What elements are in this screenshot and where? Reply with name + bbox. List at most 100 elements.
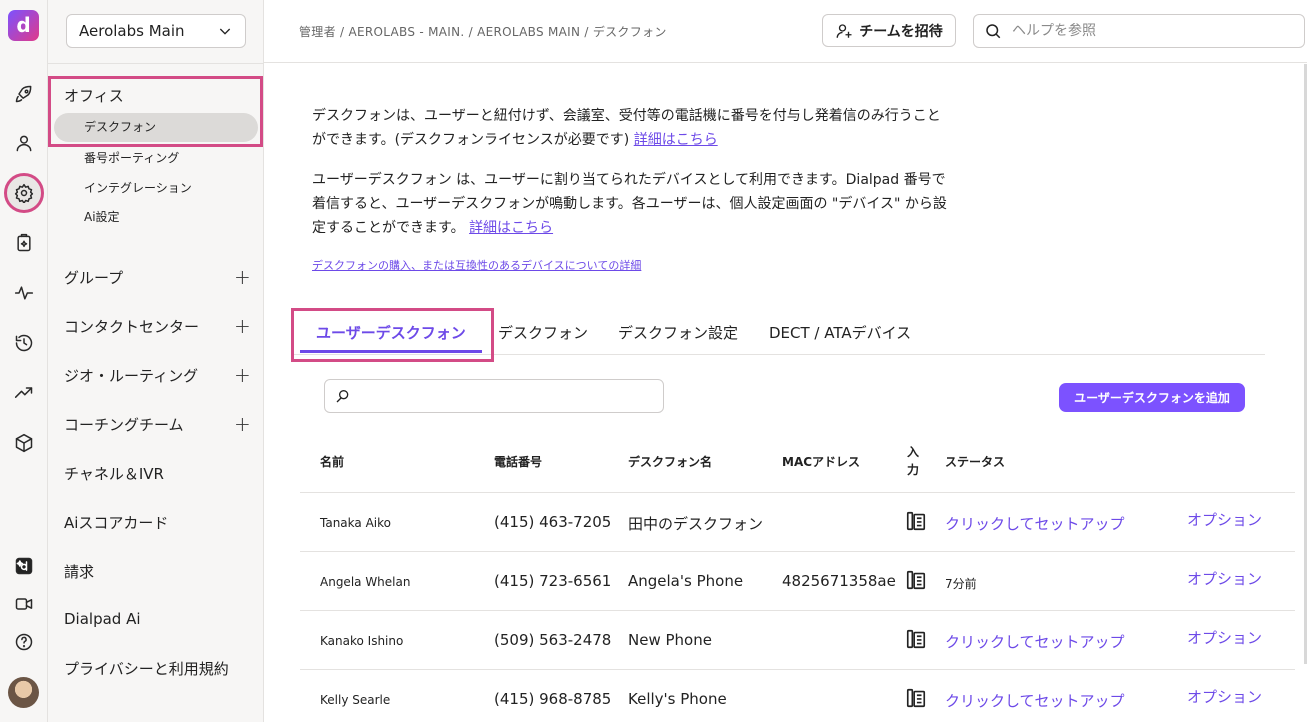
setup-link[interactable]: クリックしてセットアップ [945,631,1125,652]
help-icon[interactable] [9,627,39,657]
column-header-input: 入力 [907,445,920,477]
deskphone-icon [905,687,927,713]
rocket-icon[interactable] [9,79,39,109]
app: d Aerolabs Main オフィス デスクフォン 番号ポーティング インテ… [0,0,1307,722]
cell-phone: (415) 463-7205 [494,513,612,531]
divider [48,63,264,64]
purchase-devices-link[interactable]: デスクフォンの購入、または互換性のあるデバイスについての詳細 [312,257,641,273]
settings-gear-icon[interactable] [4,173,44,213]
sidebar-item-billing[interactable]: 請求 [64,561,94,582]
sidebar-item-groups[interactable]: グループ + [64,265,251,289]
help-search-input[interactable] [1012,23,1292,39]
sidebar-item-dialpad-ai[interactable]: Dialpad Ai [64,610,141,628]
column-header-name: 名前 [320,455,345,469]
video-icon[interactable] [9,589,39,619]
options-link[interactable]: オプション [1187,568,1262,589]
invite-team-button[interactable]: チームを招待 [822,14,956,47]
sidebar-item-privacy-terms[interactable]: プライバシーと利用規約 [64,658,229,679]
cell-desk-name: Kelly's Phone [628,690,727,708]
cell-name: Angela Whelan [320,575,411,589]
workspace-name: Aerolabs Main [79,22,185,40]
plus-icon[interactable]: + [234,412,251,436]
table-row: Kanako Ishino (509) 563-2478 New Phone ク… [300,610,1295,669]
table-row: Tanaka Aiko (415) 463-7205 田中のデスクフォン クリッ… [300,492,1295,551]
deskphone-icon [905,510,927,536]
clipboard-sparkle-icon[interactable] [9,228,39,258]
cell-status: 7分前 [945,577,977,591]
dialpad-app-icon[interactable] [9,551,39,581]
activity-pulse-icon[interactable] [9,278,39,308]
intro-paragraph-1: デスクフォンは、ユーザーと紐付けず、会議室、受付等の電話機に番号を付与し発着信の… [312,104,952,152]
chevron-down-icon [219,28,231,35]
search-icon [336,390,349,403]
column-header-status: ステータス [945,455,1006,469]
cell-phone: (415) 968-8785 [494,690,612,708]
sidebar-item-ai-settings[interactable]: Ai設定 [84,208,120,225]
column-header-mac: MACアドレス [782,455,861,469]
sidebar-item-label: コーチングチーム [64,415,184,434]
sidebar-item-label: グループ [64,268,124,287]
person-icon[interactable] [9,128,39,158]
history-icon[interactable] [9,328,39,358]
cube-icon[interactable] [9,428,39,458]
invite-team-label: チームを招待 [859,23,943,40]
avatar[interactable] [8,677,39,708]
icon-rail: d [0,0,48,722]
table-row: Kelly Searle (415) 968-8785 Kelly's Phon… [300,669,1295,722]
details-link-1[interactable]: 詳細はこちら [634,132,718,148]
options-link[interactable]: オプション [1187,686,1262,707]
sidebar-item-geo-routing[interactable]: ジオ・ルーティング + [64,363,251,387]
deskphone-icon [905,569,927,595]
sidebar-item-label: コンタクトセンター [64,317,200,336]
tab-deskphone[interactable]: デスクフォン [498,322,588,343]
main-content: デスクフォンは、ユーザーと紐付けず、会議室、受付等の電話機に番号を付与し発着信の… [264,64,1307,722]
help-search-field[interactable] [973,14,1305,48]
sidebar-item-deskphone[interactable]: デスクフォン [54,113,258,142]
setup-link[interactable]: クリックしてセットアップ [945,513,1125,534]
plus-icon[interactable]: + [234,314,251,338]
highlight-box-tab [291,308,494,362]
cell-desk-name: New Phone [628,631,712,649]
tab-deskphone-settings[interactable]: デスクフォン設定 [618,322,738,343]
cell-name: Tanaka Aiko [320,516,391,530]
intro-text-1: デスクフォンは、ユーザーと紐付けず、会議室、受付等の電話機に番号を付与し発着信の… [312,108,941,148]
details-link-2[interactable]: 詳細はこちら [469,220,553,236]
top-bar: 管理者 / AEROLABS - MAIN. / AEROLABS MAIN /… [264,0,1307,63]
column-header-desk-name: デスクフォン名 [628,455,713,469]
sidebar-item-coaching-team[interactable]: コーチングチーム + [64,412,251,436]
plus-icon[interactable]: + [234,265,251,289]
table-search-input[interactable] [359,388,659,404]
sidebar-item-channels-ivr[interactable]: チャネル＆IVR [64,463,164,484]
setup-link[interactable]: クリックしてセットアップ [945,690,1125,711]
deskphone-icon [905,628,927,654]
cell-name: Kanako Ishino [320,634,404,648]
plus-icon[interactable]: + [234,363,251,387]
tab-dect-ata-devices[interactable]: DECT / ATAデバイス [769,322,911,343]
intro-paragraph-2: ユーザーデスクフォン は、ユーザーに割り当てられたデバイスとして利用できます。D… [312,168,952,240]
breadcrumb: 管理者 / AEROLABS - MAIN. / AEROLABS MAIN /… [299,25,667,39]
sidebar-item-contact-center[interactable]: コンタクトセンター + [64,314,251,338]
cell-desk-name: 田中のデスクフォン [628,515,764,533]
dialpad-logo-icon[interactable]: d [8,10,39,41]
sidebar-section-office[interactable]: オフィス [64,85,124,106]
cell-desk-name: Angela's Phone [628,572,744,590]
cell-phone: (509) 563-2478 [494,631,612,649]
settings-sidebar: Aerolabs Main オフィス デスクフォン 番号ポーティング インテグレ… [48,0,264,722]
trending-up-icon[interactable] [9,378,39,408]
person-add-icon [836,23,852,38]
intro-text-2: ユーザーデスクフォン は、ユーザーに割り当てられたデバイスとして利用できます。D… [312,172,947,236]
add-user-deskphone-button[interactable]: ユーザーデスクフォンを追加 [1059,383,1245,412]
column-header-phone: 電話番号 [494,455,543,469]
table-search-field[interactable] [324,379,664,413]
cell-mac: 4825671358ae [782,572,896,590]
options-link[interactable]: オプション [1187,509,1262,530]
sidebar-item-number-porting[interactable]: 番号ポーティング [84,149,179,166]
search-icon [986,24,1001,39]
workspace-select[interactable]: Aerolabs Main [66,14,246,48]
sidebar-item-ai-scorecard[interactable]: Aiスコアカード [64,512,168,533]
sidebar-item-label: ジオ・ルーティング [64,366,199,385]
sidebar-item-integration[interactable]: インテグレーション [84,179,192,196]
cell-phone: (415) 723-6561 [494,572,612,590]
table-row: Angela Whelan (415) 723-6561 Angela's Ph… [300,551,1295,610]
options-link[interactable]: オプション [1187,627,1262,648]
